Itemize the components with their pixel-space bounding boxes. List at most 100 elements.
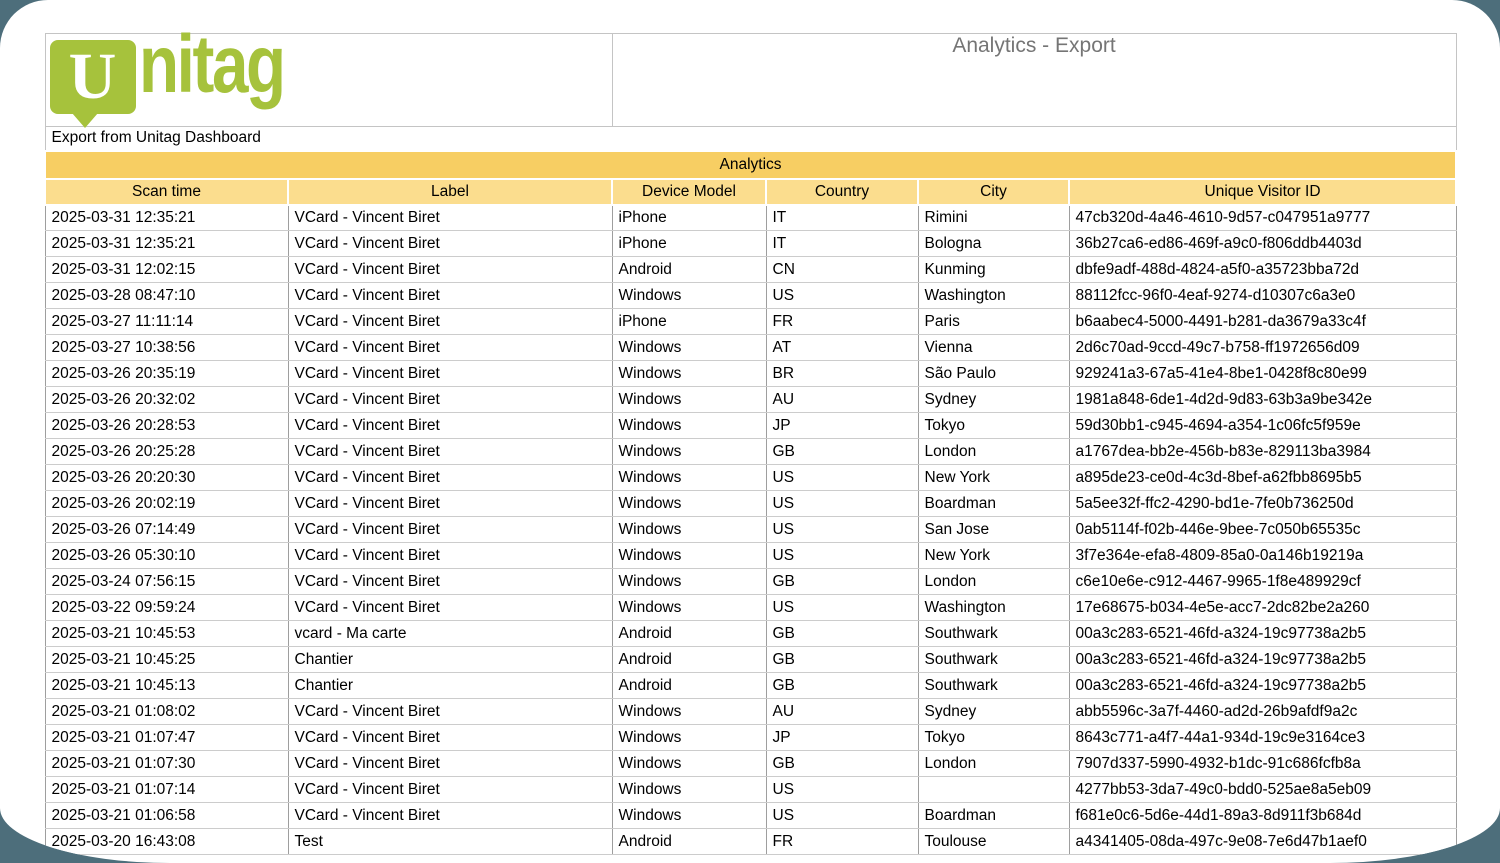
table-cell: GB	[766, 647, 918, 673]
table-cell: IT	[766, 231, 918, 257]
table-cell: 00a3c283-6521-46fd-a324-19c97738a2b5	[1069, 647, 1456, 673]
table-row: 2025-03-21 10:45:25ChantierAndroidGBSout…	[45, 647, 1456, 673]
table-cell: Southwark	[918, 647, 1069, 673]
table-cell: VCard - Vincent Biret	[288, 205, 612, 231]
table-cell: VCard - Vincent Biret	[288, 335, 612, 361]
subtitle-row: Export from Unitag Dashboard	[45, 127, 1456, 151]
table-cell: London	[918, 569, 1069, 595]
column-header: Device Model	[612, 179, 766, 205]
table-cell: iPhone	[612, 231, 766, 257]
table-cell: Windows	[612, 725, 766, 751]
table-cell: GB	[766, 621, 918, 647]
table-cell: 47cb320d-4a46-4610-9d57-c047951a9777	[1069, 205, 1456, 231]
table-cell: Southwark	[918, 673, 1069, 699]
table-cell: Windows	[612, 543, 766, 569]
table-cell: f681e0c6-5d6e-44d1-89a3-8d911f3b684d	[1069, 803, 1456, 829]
table-cell: VCard - Vincent Biret	[288, 283, 612, 309]
table-cell: 2025-03-22 09:59:24	[45, 595, 288, 621]
table-header-row: Scan timeLabelDevice ModelCountryCityUni…	[45, 179, 1456, 205]
table-cell: VCard - Vincent Biret	[288, 491, 612, 517]
analytics-export-table: U nitag Analytics - Export Export from U…	[44, 33, 1457, 855]
table-cell: 00a3c283-6521-46fd-a324-19c97738a2b5	[1069, 673, 1456, 699]
table-cell: Windows	[612, 595, 766, 621]
section-banner-row: Analytics	[45, 151, 1456, 179]
table-cell: iPhone	[612, 309, 766, 335]
column-header: Unique Visitor ID	[1069, 179, 1456, 205]
table-cell: 1981a848-6de1-4d2d-9d83-63b3a9be342e	[1069, 387, 1456, 413]
table-cell: 2025-03-24 07:56:15	[45, 569, 288, 595]
table-cell: AT	[766, 335, 918, 361]
table-cell: 2025-03-27 11:11:14	[45, 309, 288, 335]
table-cell: Chantier	[288, 673, 612, 699]
table-cell: Southwark	[918, 621, 1069, 647]
table-row: 2025-03-26 07:14:49VCard - Vincent Biret…	[45, 517, 1456, 543]
table-cell: 2025-03-26 20:32:02	[45, 387, 288, 413]
table-cell: VCard - Vincent Biret	[288, 361, 612, 387]
table-row: 2025-03-26 20:35:19VCard - Vincent Biret…	[45, 361, 1456, 387]
table-cell: AU	[766, 387, 918, 413]
logo-wordmark: nitag	[139, 18, 284, 112]
section-banner: Analytics	[45, 151, 1456, 179]
table-row: 2025-03-21 10:45:53vcard - Ma carteAndro…	[45, 621, 1456, 647]
column-header: Country	[766, 179, 918, 205]
table-row: 2025-03-26 20:32:02VCard - Vincent Biret…	[45, 387, 1456, 413]
table-cell: Boardman	[918, 491, 1069, 517]
table-row: 2025-03-27 10:38:56VCard - Vincent Biret…	[45, 335, 1456, 361]
table-cell: FR	[766, 829, 918, 855]
table-cell: 2025-03-21 01:06:58	[45, 803, 288, 829]
table-cell: 2025-03-26 20:20:30	[45, 465, 288, 491]
table-cell: Windows	[612, 517, 766, 543]
table-cell: VCard - Vincent Biret	[288, 543, 612, 569]
table-cell: VCard - Vincent Biret	[288, 699, 612, 725]
table-cell: VCard - Vincent Biret	[288, 413, 612, 439]
table-cell: Washington	[918, 595, 1069, 621]
table-cell: Paris	[918, 309, 1069, 335]
table-cell: a1767dea-bb2e-456b-b83e-829113ba3984	[1069, 439, 1456, 465]
table-cell: Kunming	[918, 257, 1069, 283]
table-cell: Rimini	[918, 205, 1069, 231]
table-cell: 0ab5114f-f02b-446e-9bee-7c050b65535c	[1069, 517, 1456, 543]
table-cell: VCard - Vincent Biret	[288, 439, 612, 465]
table-cell: 8643c771-a4f7-44a1-934d-19c9e3164ce3	[1069, 725, 1456, 751]
table-cell: 2025-03-27 10:38:56	[45, 335, 288, 361]
table-row: 2025-03-26 20:20:30VCard - Vincent Biret…	[45, 465, 1456, 491]
table-cell: 2025-03-26 05:30:10	[45, 543, 288, 569]
table-cell: Android	[612, 257, 766, 283]
table-cell: Windows	[612, 283, 766, 309]
table-cell: Windows	[612, 335, 766, 361]
table-cell: abb5596c-3a7f-4460-ad2d-26b9afdf9a2c	[1069, 699, 1456, 725]
table-cell: 2025-03-31 12:02:15	[45, 257, 288, 283]
table-cell: GB	[766, 569, 918, 595]
logo-cell: U nitag	[45, 34, 612, 127]
table-cell: Windows	[612, 361, 766, 387]
table-cell: Windows	[612, 413, 766, 439]
table-cell: 2d6c70ad-9ccd-49c7-b758-ff1972656d09	[1069, 335, 1456, 361]
table-cell: a895de23-ce0d-4c3d-8bef-a62fbb8695b5	[1069, 465, 1456, 491]
table-cell: dbfe9adf-488d-4824-a5f0-a35723bba72d	[1069, 257, 1456, 283]
column-header: City	[918, 179, 1069, 205]
table-cell: US	[766, 491, 918, 517]
table-cell: Tokyo	[918, 725, 1069, 751]
table-cell: São Paulo	[918, 361, 1069, 387]
table-cell: 5a5ee32f-ffc2-4290-bd1e-7fe0b736250d	[1069, 491, 1456, 517]
table-cell: VCard - Vincent Biret	[288, 595, 612, 621]
table-cell: c6e10e6e-c912-4467-9965-1f8e489929cf	[1069, 569, 1456, 595]
table-cell: JP	[766, 413, 918, 439]
table-cell: Sydney	[918, 699, 1069, 725]
table-cell: GB	[766, 673, 918, 699]
table-cell: US	[766, 543, 918, 569]
table-cell: 88112fcc-96f0-4eaf-9274-d10307c6a3e0	[1069, 283, 1456, 309]
table-cell: b6aabec4-5000-4491-b281-da3679a33c4f	[1069, 309, 1456, 335]
table-cell: 2025-03-31 12:35:21	[45, 205, 288, 231]
table-body: 2025-03-31 12:35:21VCard - Vincent Biret…	[45, 205, 1456, 855]
table-cell: US	[766, 777, 918, 803]
table-cell: VCard - Vincent Biret	[288, 725, 612, 751]
brand-row: U nitag Analytics - Export	[45, 34, 1456, 127]
table-cell: VCard - Vincent Biret	[288, 777, 612, 803]
table-cell: London	[918, 751, 1069, 777]
table-cell: 2025-03-21 01:08:02	[45, 699, 288, 725]
table-row: 2025-03-26 20:25:28VCard - Vincent Biret…	[45, 439, 1456, 465]
table-row: 2025-03-22 09:59:24VCard - Vincent Biret…	[45, 595, 1456, 621]
table-cell: VCard - Vincent Biret	[288, 517, 612, 543]
table-cell: 2025-03-26 07:14:49	[45, 517, 288, 543]
